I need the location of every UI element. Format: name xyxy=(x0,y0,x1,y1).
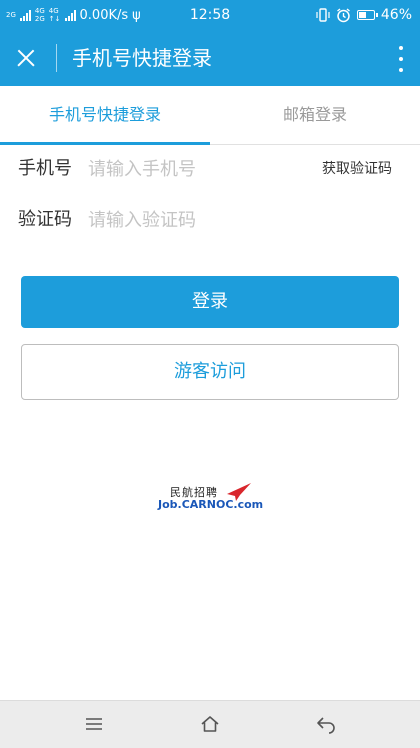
alarm-icon xyxy=(336,7,350,22)
get-code-button[interactable]: 获取验证码 xyxy=(322,154,392,184)
login-button[interactable]: 登录 xyxy=(21,276,399,328)
status-right: 46% xyxy=(316,0,412,30)
phone-row: 手机号 获取验证码 xyxy=(0,154,420,184)
battery-icon xyxy=(356,10,378,20)
phone-input[interactable] xyxy=(88,156,298,182)
code-row: 验证码 xyxy=(0,205,420,235)
appbar-divider xyxy=(56,44,57,72)
login-tabs: 手机号快捷登录 邮箱登录 xyxy=(0,86,420,145)
tab-email-login[interactable]: 邮箱登录 xyxy=(210,86,420,144)
guest-access-button[interactable]: 游客访问 xyxy=(21,344,399,400)
more-vertical-icon[interactable] xyxy=(398,46,404,72)
carnoc-logo: 民航招聘 Job.CARNOC.com xyxy=(158,483,268,514)
status-bar: 2G 4G 2G 4G ↑↓ 0.00K/s ψ 12:58 46% xyxy=(0,0,420,30)
home-icon[interactable] xyxy=(185,701,235,748)
code-input[interactable] xyxy=(88,207,388,233)
close-icon[interactable] xyxy=(10,42,42,74)
tab-active-indicator xyxy=(0,142,210,145)
vibrate-icon xyxy=(316,8,330,22)
menu-icon[interactable] xyxy=(69,701,119,748)
phone-label: 手机号 xyxy=(18,158,72,179)
code-label: 验证码 xyxy=(18,209,72,230)
battery-level: 46% xyxy=(380,7,412,23)
system-nav-bar xyxy=(0,700,420,748)
tab-phone-login[interactable]: 手机号快捷登录 xyxy=(0,86,210,144)
page-title: 手机号快捷登录 xyxy=(72,46,212,70)
logo-en-text: Job.CARNOC.com xyxy=(158,498,264,511)
app-bar: 手机号快捷登录 xyxy=(0,30,420,86)
back-icon[interactable] xyxy=(301,701,351,748)
